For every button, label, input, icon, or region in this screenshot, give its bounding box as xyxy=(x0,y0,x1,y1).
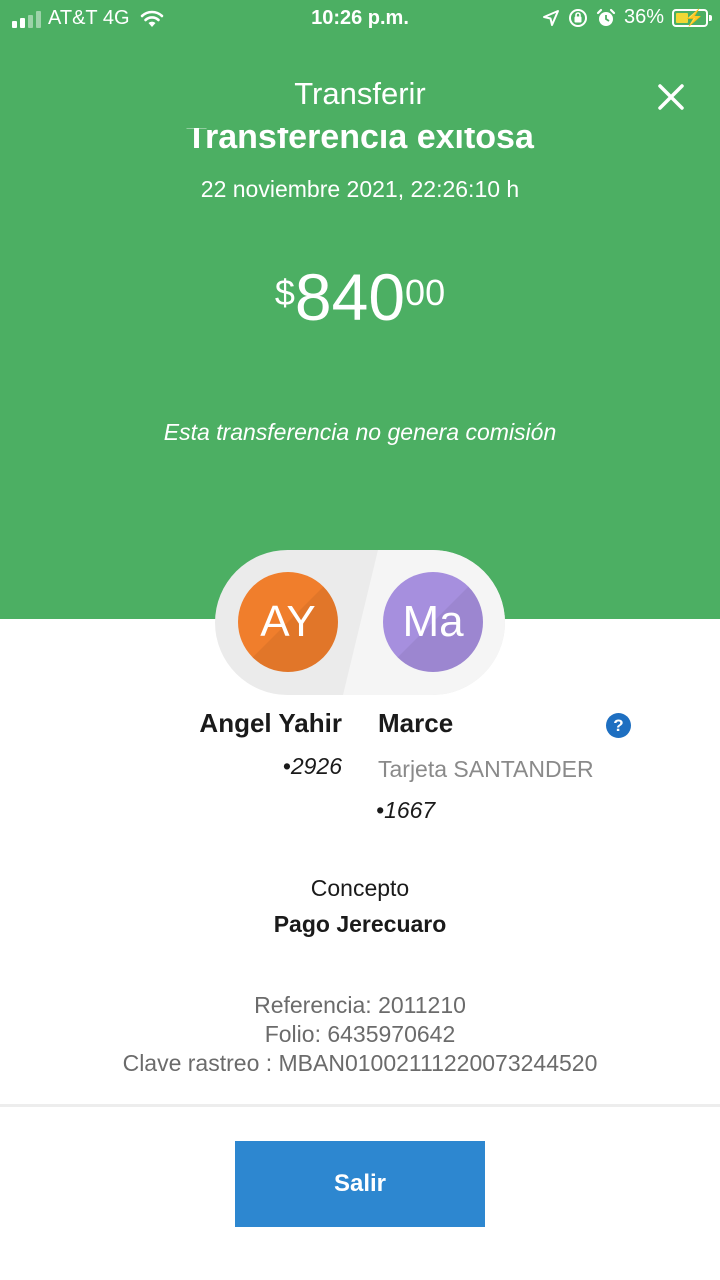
folio-number: Folio: 6435970642 xyxy=(264,1021,456,1047)
battery-percent: 36% xyxy=(623,6,664,28)
fee-note: Esta transferencia no genera comisión xyxy=(163,419,557,445)
orientation-lock-icon xyxy=(568,8,587,27)
success-headline-clip: Transferencia exitosa xyxy=(0,128,720,156)
success-headline: Transferencia exitosa xyxy=(186,128,534,156)
sender-name: Angel Yahir xyxy=(199,708,342,738)
close-icon[interactable] xyxy=(652,78,690,116)
sender-avatar: AY xyxy=(238,572,338,672)
footer-divider xyxy=(0,1104,720,1107)
sender-account: •2926 xyxy=(282,753,342,779)
help-icon[interactable]: ? xyxy=(606,713,631,738)
participants-pill: AY Ma xyxy=(215,550,505,695)
battery-icon: ⚡ xyxy=(672,8,712,27)
recipient-bank: Tarjeta SANTANDER xyxy=(378,756,594,782)
location-arrow-icon xyxy=(542,9,559,26)
amount-decimals: 00 xyxy=(405,272,446,313)
reference-number: Referencia: 2011210 xyxy=(254,992,466,1018)
concept-value: Pago Jerecuaro xyxy=(273,911,447,937)
tracking-key: Clave rastreo : MBAN01002111220073244520 xyxy=(122,1050,598,1076)
transfer-date: 22 noviembre 2021, 22:26:10 h xyxy=(200,176,520,202)
transfer-amount: $ 840 00 xyxy=(0,262,720,332)
amount-currency: $ xyxy=(274,272,295,313)
alarm-icon xyxy=(596,8,616,26)
concept-label: Concepto xyxy=(310,875,410,901)
page-title: Transferir xyxy=(294,76,426,111)
exit-button[interactable]: Salir xyxy=(235,1141,485,1227)
recipient-name: Marce xyxy=(378,708,454,738)
status-bar: AT&T 4G 10:26 p.m. 36% ⚡ xyxy=(0,0,720,38)
amount-integer: 840 xyxy=(294,260,406,334)
recipient-account: •1667 xyxy=(376,797,436,823)
recipient-avatar: Ma xyxy=(383,572,483,672)
